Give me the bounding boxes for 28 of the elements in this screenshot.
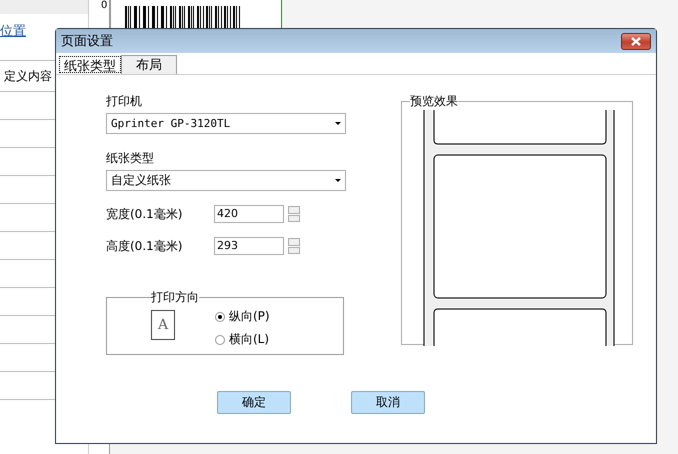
dialog-button[interactable]: 确定 xyxy=(217,391,291,414)
caret-icon xyxy=(335,179,341,182)
tab[interactable]: 纸张类型 xyxy=(59,56,121,73)
page-icon: A xyxy=(151,310,175,340)
dimension-field[interactable]: 293 xyxy=(214,237,284,255)
dimension-label: 高度(0.1毫米) xyxy=(106,238,184,254)
orientation-title: 打印方向 xyxy=(151,289,199,306)
dimension-label: 宽度(0.1毫米) xyxy=(106,206,184,222)
dialog-title: 页面设置 xyxy=(61,33,113,50)
spin-buttons[interactable] xyxy=(288,238,300,254)
custom-content-label: 定义内容 xyxy=(3,68,52,84)
caret-icon xyxy=(335,122,341,125)
paper-type-dropdown[interactable]: 自定义纸张 xyxy=(106,170,346,191)
tab[interactable]: 布局 xyxy=(121,55,177,74)
printer-dropdown[interactable]: Gprinter GP-3120TL xyxy=(106,113,346,134)
dialog-button[interactable]: 取消 xyxy=(351,391,425,414)
radio-button[interactable] xyxy=(215,312,225,322)
paper-type-label: 纸张类型 xyxy=(106,150,155,167)
printer-label: 打印机 xyxy=(106,93,143,110)
radio-button[interactable] xyxy=(215,334,225,344)
close-button[interactable] xyxy=(621,32,651,50)
preview-title: 预览效果 xyxy=(410,93,458,110)
orientation-radio[interactable]: 纵向(P) xyxy=(215,308,270,325)
spin-buttons[interactable] xyxy=(288,206,300,222)
close-icon xyxy=(630,36,642,46)
dimension-field[interactable]: 420 xyxy=(214,205,284,223)
ruler-mark: 0 xyxy=(101,0,108,11)
orientation-radio[interactable]: 横向(L) xyxy=(215,331,270,348)
